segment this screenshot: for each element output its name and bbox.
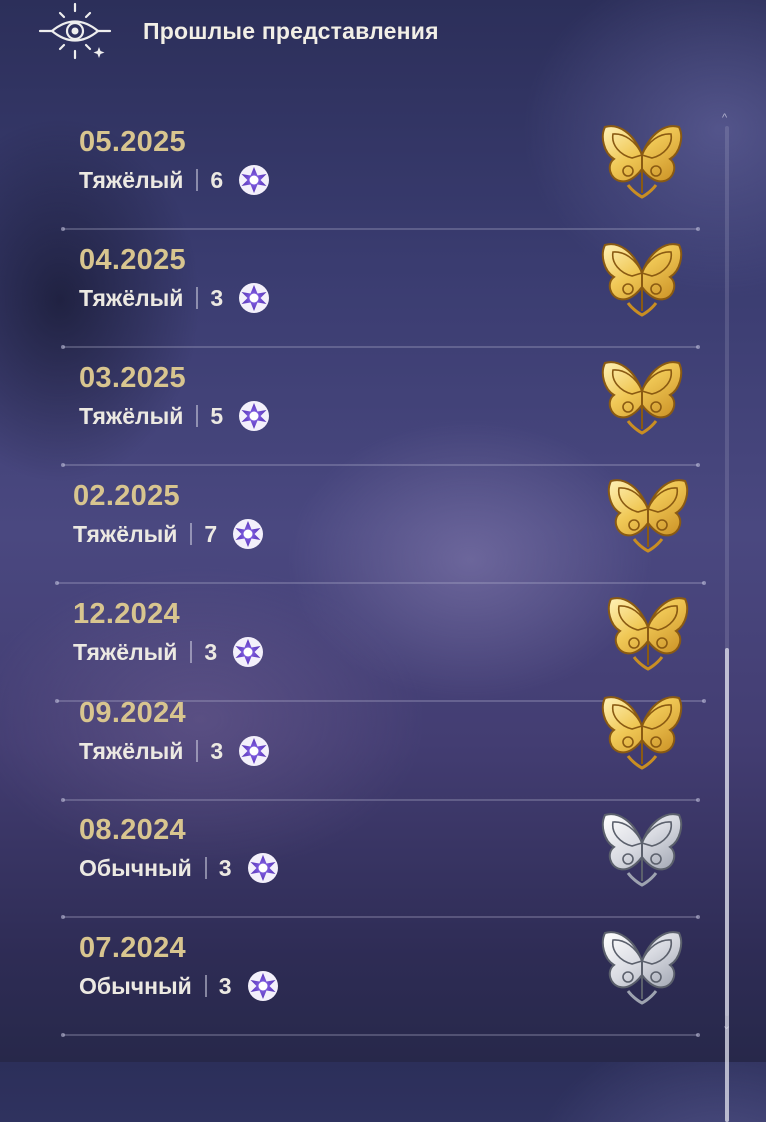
difficulty-label: Тяжёлый <box>79 402 184 429</box>
record-meta: Тяжёлый 7 <box>73 519 265 549</box>
butterfly-medal-icon <box>601 812 683 887</box>
butterfly-medal-icon <box>601 930 683 1005</box>
separator <box>190 641 193 663</box>
difficulty-label: Обычный <box>79 972 192 999</box>
difficulty-label: Тяжёлый <box>79 737 184 764</box>
difficulty-label: Тяжёлый <box>73 638 178 665</box>
star-count: 3 <box>218 854 232 881</box>
purple-star-flower-icon <box>239 283 270 313</box>
difficulty-label: Обычный <box>79 854 192 881</box>
record-meta: Тяжёлый 6 <box>79 165 271 195</box>
star-count: 3 <box>210 737 224 764</box>
record-row[interactable]: 02.2025 Тяжёлый 7 <box>55 466 706 585</box>
record-meta: Тяжёлый 5 <box>79 401 271 431</box>
purple-star-flower-icon <box>239 736 270 766</box>
record-row[interactable]: 05.2025 Тяжёлый 6 <box>61 112 700 231</box>
scroll-up-arrow-icon[interactable]: ^ <box>722 112 727 124</box>
butterfly-medal-icon <box>601 242 683 317</box>
separator <box>204 857 207 879</box>
record-date: 03.2025 <box>79 362 186 394</box>
butterfly-medal-icon <box>601 360 683 435</box>
separator <box>196 405 199 427</box>
separator <box>196 287 199 309</box>
difficulty-label: Тяжёлый <box>79 166 184 193</box>
record-meta: Обычный 3 <box>79 971 280 1001</box>
purple-star-flower-icon <box>239 401 270 431</box>
butterfly-medal-icon <box>601 124 683 199</box>
separator <box>196 169 199 191</box>
star-count: 3 <box>204 638 218 665</box>
past-performances-list: 05.2025 Тяжёлый 6 04.2025 Тяжёлый 3 03.2… <box>0 0 766 1062</box>
record-row[interactable]: 07.2024 Обычный 3 <box>61 918 700 1037</box>
purple-star-flower-icon <box>247 853 278 883</box>
butterfly-medal-icon <box>601 695 683 770</box>
purple-star-flower-icon <box>233 519 264 549</box>
record-meta: Тяжёлый 3 <box>73 637 265 667</box>
star-count: 7 <box>204 520 218 547</box>
record-date: 04.2025 <box>79 244 186 276</box>
scroll-down-arrow-icon[interactable]: ⌄ <box>722 1019 731 1032</box>
record-date: 02.2025 <box>73 480 180 512</box>
record-row[interactable]: 03.2025 Тяжёлый 5 <box>61 348 700 467</box>
scroll-thumb[interactable] <box>725 648 729 1122</box>
row-divider <box>61 1033 700 1037</box>
separator <box>190 523 193 545</box>
record-date: 08.2024 <box>79 814 186 846</box>
separator <box>204 975 207 997</box>
purple-star-flower-icon <box>247 971 278 1001</box>
record-meta: Обычный 3 <box>79 853 280 883</box>
record-row[interactable]: 08.2024 Обычный 3 <box>61 800 700 919</box>
star-count: 5 <box>210 402 224 429</box>
separator <box>196 740 199 762</box>
star-count: 3 <box>218 972 232 999</box>
star-count: 6 <box>210 166 224 193</box>
record-meta: Тяжёлый 3 <box>79 736 271 766</box>
record-row[interactable]: 09.2024 Тяжёлый 3 <box>61 683 700 802</box>
butterfly-medal-icon <box>607 478 689 553</box>
star-count: 3 <box>210 284 224 311</box>
record-meta: Тяжёлый 3 <box>79 283 271 313</box>
record-date: 12.2024 <box>73 598 180 630</box>
record-date: 05.2025 <box>79 126 186 158</box>
record-date: 09.2024 <box>79 697 186 729</box>
purple-star-flower-icon <box>239 165 270 195</box>
difficulty-label: Тяжёлый <box>79 284 184 311</box>
butterfly-medal-icon <box>607 596 689 671</box>
record-date: 07.2024 <box>79 932 186 964</box>
purple-star-flower-icon <box>233 637 264 667</box>
difficulty-label: Тяжёлый <box>73 520 178 547</box>
record-row[interactable]: 04.2025 Тяжёлый 3 <box>61 230 700 349</box>
scrollbar[interactable]: ^ ⌄ <box>720 112 734 1122</box>
